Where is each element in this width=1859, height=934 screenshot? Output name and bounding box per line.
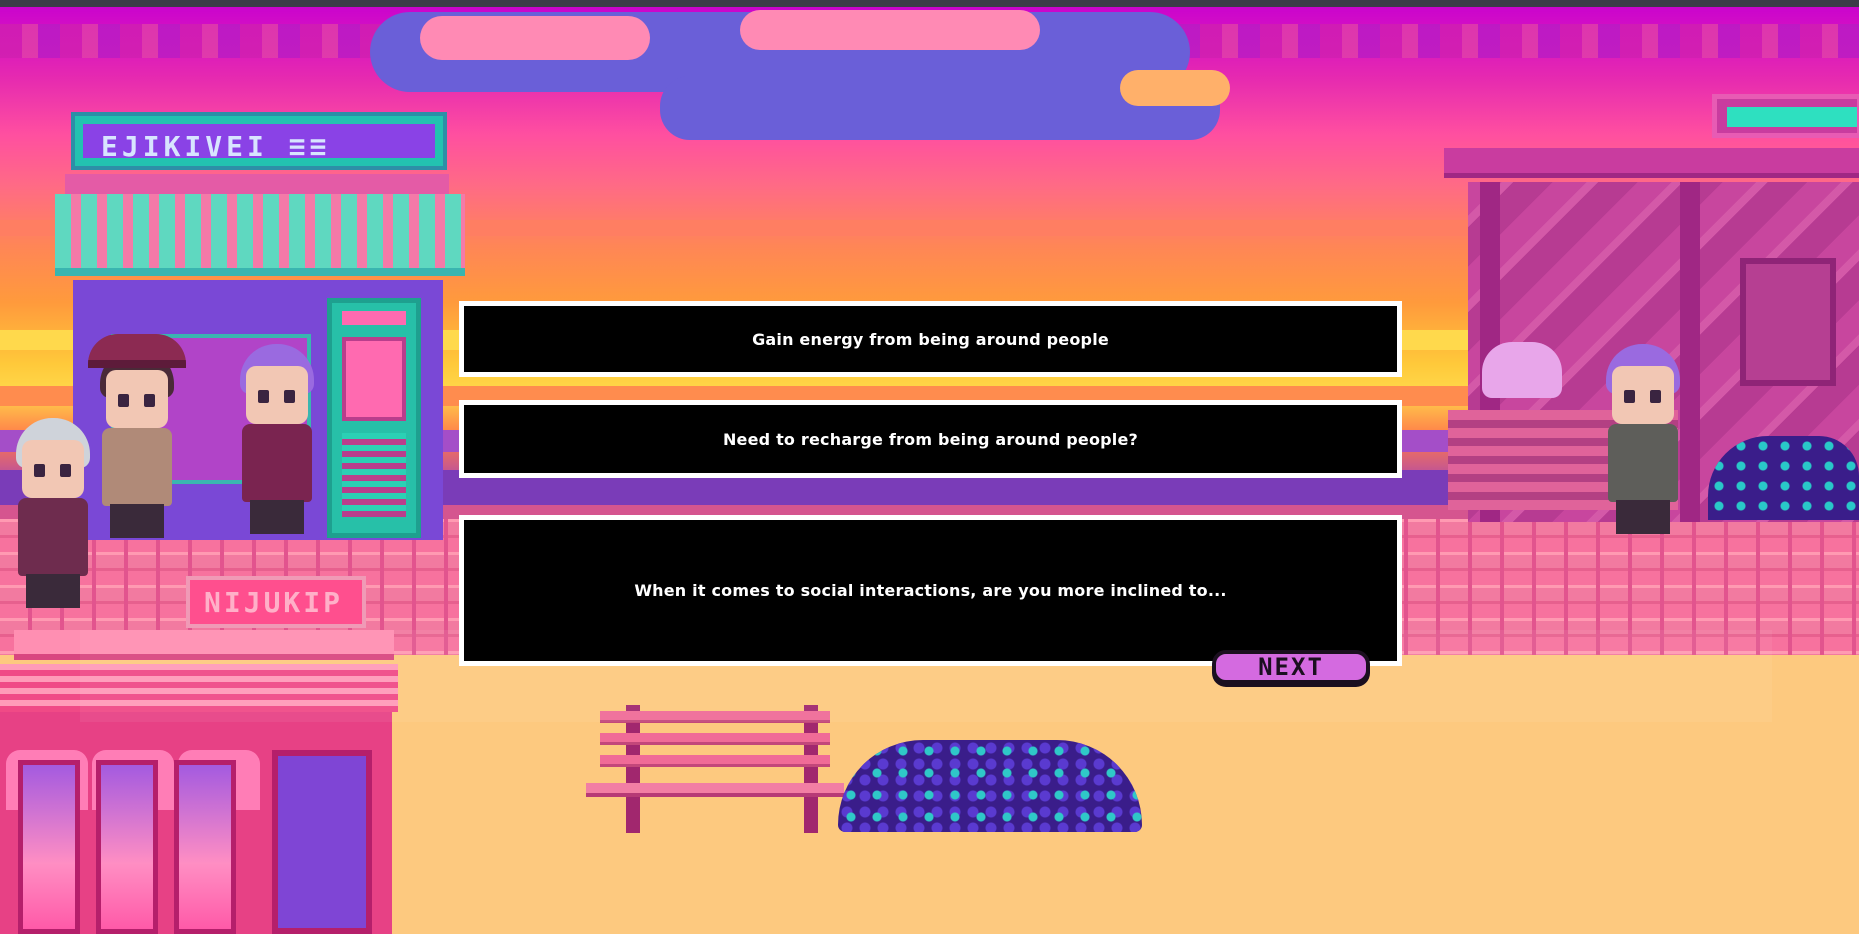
bush-icon — [838, 740, 1142, 832]
bus-stop-sign — [1712, 94, 1859, 138]
shop-sign-text: EJIKIVEI ≡≡ — [101, 130, 331, 163]
cloud — [740, 10, 1040, 50]
answer-option-introvert[interactable]: Need to recharge from being around peopl… — [459, 400, 1402, 478]
building-window — [18, 760, 80, 934]
question-text: When it comes to social interactions, ar… — [634, 581, 1227, 600]
shop-door — [327, 298, 421, 538]
window-top-bar — [0, 0, 1859, 7]
npc-sprite-icon — [232, 344, 322, 544]
cat-sprite-icon — [1482, 342, 1562, 398]
npc-sprite-icon — [8, 418, 98, 618]
shop-sign: EJIKIVEI ≡≡ — [71, 112, 447, 170]
building-sign: NIJUKIP — [186, 576, 366, 628]
npc-sprite-icon — [88, 334, 186, 548]
building-window — [96, 760, 158, 934]
question-prompt: When it comes to social interactions, ar… — [459, 515, 1402, 666]
answer-option-label: Gain energy from being around people — [752, 329, 1109, 349]
game-scene: EJIKIVEI ≡≡ NIJUKIP Gain energy from bei… — [0, 0, 1859, 934]
bus-stop-board — [1740, 258, 1836, 386]
next-button[interactable]: NEXT — [1212, 650, 1370, 684]
next-button-label: NEXT — [1258, 653, 1324, 681]
bench-icon — [586, 705, 844, 833]
npc-sprite-icon — [1598, 344, 1688, 544]
answer-option-label: Need to recharge from being around peopl… — [722, 429, 1139, 449]
shop-awning-icon — [55, 194, 465, 276]
answer-option-extrovert[interactable]: Gain energy from being around people — [459, 301, 1402, 377]
bush-icon — [1708, 436, 1859, 520]
cloud — [1120, 70, 1230, 106]
cloud — [420, 16, 650, 60]
building-sign-text: NIJUKIP — [204, 586, 344, 619]
building-door — [272, 750, 372, 934]
hat-icon — [88, 334, 186, 368]
building-window — [174, 760, 236, 934]
